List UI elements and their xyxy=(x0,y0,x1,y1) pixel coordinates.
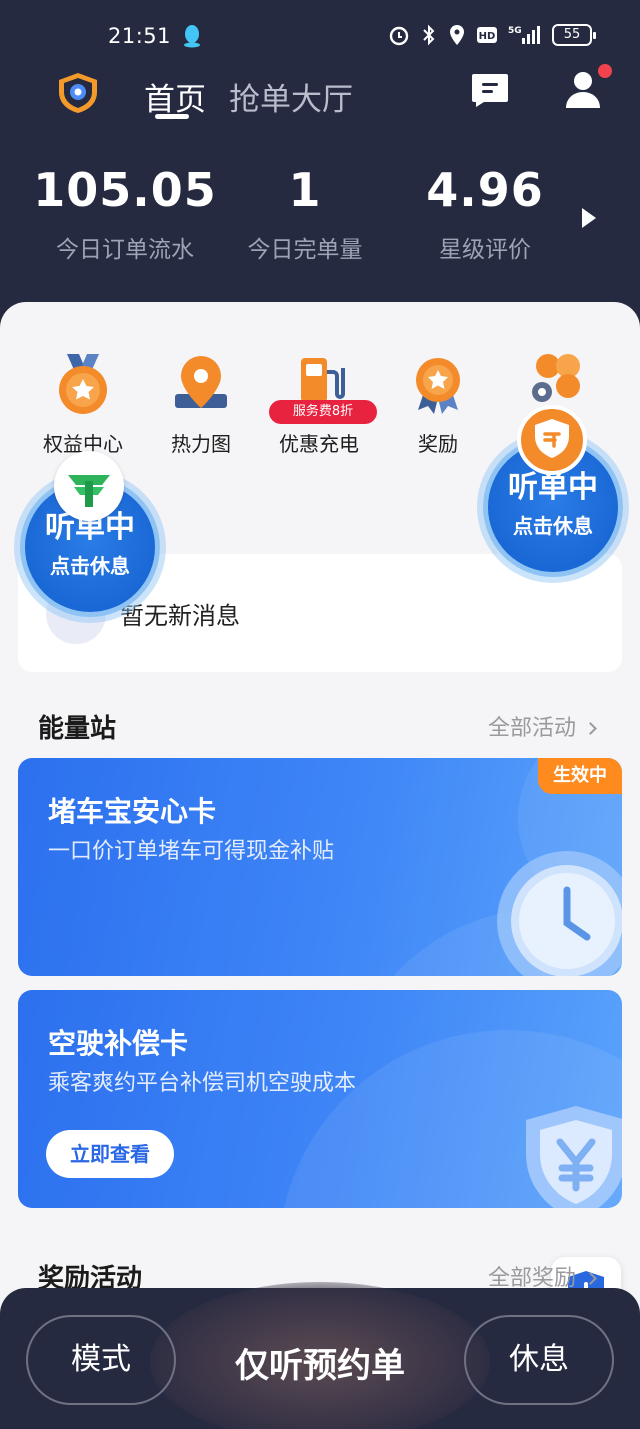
stat-value: 1 xyxy=(288,163,322,217)
notification-dot xyxy=(598,64,612,78)
bubble-status: 听单中 xyxy=(508,470,598,505)
app-logo-icon xyxy=(56,72,100,114)
card-title: 堵车宝安心卡 xyxy=(48,795,217,828)
message-empty-text: 暂无新消息 xyxy=(120,602,240,630)
qq-icon xyxy=(182,24,202,48)
quick-action-label: 奖励 xyxy=(418,432,458,456)
stat-label: 今日完单量 xyxy=(247,237,363,263)
tab-order-hall[interactable]: 抢单大厅 xyxy=(229,74,353,119)
shield-yen-icon xyxy=(516,1102,622,1208)
alarm-icon xyxy=(388,24,410,46)
chevron-right-icon xyxy=(584,1272,597,1285)
active-status-badge: 生效中 xyxy=(538,758,622,794)
location-pin-icon xyxy=(169,352,233,416)
app-shield-icon xyxy=(517,405,587,475)
status-time: 21:51 xyxy=(108,24,172,48)
quick-action-rewards[interactable]: 奖励 xyxy=(378,352,498,457)
view-now-button[interactable]: 立即查看 xyxy=(46,1130,174,1178)
mode-button[interactable]: 模式 xyxy=(26,1315,176,1405)
all-activities-link[interactable]: 全部活动 xyxy=(488,710,597,742)
status-bar: 21:51 HD 5G 55 xyxy=(0,0,640,72)
bubble-action: 点击休息 xyxy=(513,514,593,538)
reservation-only-button[interactable]: 仅听预约单 xyxy=(180,1338,460,1387)
bluetooth-icon xyxy=(420,24,438,46)
quick-action-benefits[interactable]: 权益中心 xyxy=(23,352,143,457)
stat-order-revenue[interactable]: 105.05 今日订单流水 xyxy=(30,162,220,264)
traffic-insurance-card[interactable]: 堵车宝安心卡 一口价订单堵车可得现金补贴 生效中 xyxy=(18,758,622,976)
card-subtitle: 乘客爽约平台补偿司机空驶成本 xyxy=(48,1071,357,1096)
top-header: 首页 抢单大厅 xyxy=(0,64,640,132)
rest-button[interactable]: 休息 xyxy=(464,1315,614,1405)
card-title: 空驶补偿卡 xyxy=(48,1027,189,1060)
stat-label: 星级评价 xyxy=(439,237,531,263)
bottom-bar: 模式 仅听预约单 休息 xyxy=(0,1282,640,1429)
empty-drive-compensation-card[interactable]: 空驶补偿卡 乘客爽约平台补偿司机空驶成本 立即查看 xyxy=(18,990,622,1208)
tab-home[interactable]: 首页 xyxy=(144,74,206,119)
hd-icon: HD xyxy=(476,26,498,44)
stats-panel: 105.05 今日订单流水 1 今日完单量 4.96 星级评价 xyxy=(0,162,640,272)
stat-label: 今日订单流水 xyxy=(56,237,194,263)
all-activities-label: 全部活动 xyxy=(488,716,577,741)
energy-station-title: 能量站 xyxy=(38,714,117,744)
quick-action-label: 热力图 xyxy=(171,432,231,456)
message-icon[interactable] xyxy=(470,72,510,108)
clock-icon xyxy=(494,848,622,976)
battery-icon: 55 xyxy=(552,24,596,46)
signal-icon: 5G xyxy=(508,24,542,46)
medal-icon xyxy=(51,352,115,416)
tree-logo-icon xyxy=(54,451,124,521)
bubble-action: 点击休息 xyxy=(50,554,130,578)
svg-text:HD: HD xyxy=(479,31,496,42)
chevron-right-icon xyxy=(584,722,597,735)
stat-value: 105.05 xyxy=(33,163,217,217)
stat-star-rating[interactable]: 4.96 星级评价 xyxy=(390,162,580,264)
stat-value: 4.96 xyxy=(426,163,544,217)
play-arrow-icon[interactable] xyxy=(582,208,596,228)
svg-text:5G: 5G xyxy=(508,26,522,36)
quick-action-label: 优惠充电 xyxy=(279,432,359,456)
quick-action-heatmap[interactable]: 热力图 xyxy=(141,352,261,457)
stat-completed-orders[interactable]: 1 今日完单量 xyxy=(210,162,400,264)
award-icon xyxy=(406,352,470,416)
card-subtitle: 一口价订单堵车可得现金补贴 xyxy=(48,839,335,864)
charging-discount-badge: 服务费8折 xyxy=(269,400,377,424)
tab-active-indicator xyxy=(155,114,189,119)
user-icon[interactable] xyxy=(564,70,602,110)
location-icon xyxy=(448,24,466,46)
